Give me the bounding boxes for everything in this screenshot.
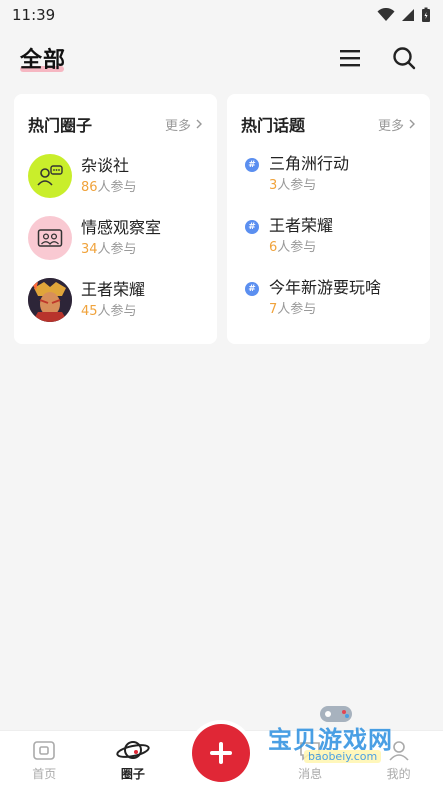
tab-profile[interactable]: 我的 <box>355 737 443 782</box>
circle-name: 情感观察室 <box>81 217 162 237</box>
hot-circles-more-link[interactable]: 更多 <box>165 115 203 134</box>
participant-suffix: 人参与 <box>97 303 137 319</box>
page-title[interactable]: 全部 <box>20 48 66 73</box>
topic-item[interactable]: # 今年新游要玩啥 7人参与 <box>241 278 416 322</box>
hot-circles-header: 热门圈子 更多 <box>28 112 203 136</box>
topic-item-text: 今年新游要玩啥 7人参与 <box>269 278 381 319</box>
profile-icon <box>387 737 411 763</box>
participant-suffix: 人参与 <box>277 178 317 193</box>
circle-name: 王者荣耀 <box>81 279 146 299</box>
participant-count: 86 <box>81 179 98 195</box>
home-icon <box>32 737 56 763</box>
circle-participants: 34人参与 <box>81 241 161 259</box>
hot-topics-more-link[interactable]: 更多 <box>378 115 416 134</box>
search-icon <box>393 47 416 70</box>
topic-participants: 7人参与 <box>269 301 381 319</box>
more-label: 更多 <box>164 118 191 134</box>
topic-name: 王者荣耀 <box>269 216 334 235</box>
plus-icon <box>210 741 233 764</box>
tab-home-label: 首页 <box>32 767 57 781</box>
circle-item-text: 王者荣耀 45人参与 <box>81 280 145 321</box>
participant-count: 45 <box>81 303 98 319</box>
game-circle-avatar <box>28 278 72 322</box>
participant-suffix: 人参与 <box>97 179 137 195</box>
hashtag-icon: # <box>245 282 259 296</box>
topic-name: 三角洲行动 <box>269 154 350 173</box>
signal-icon <box>402 9 414 21</box>
topic-item-text: 三角洲行动 3人参与 <box>269 154 349 195</box>
hot-topics-title: 热门话题 <box>241 116 306 135</box>
status-time: 11:39 <box>12 6 56 24</box>
circle-item-honor-of-kings[interactable]: 王者荣耀 45人参与 <box>28 278 203 322</box>
picture-frame-icon <box>37 229 63 247</box>
circle-item-chat[interactable]: 杂谈社 86人参与 <box>28 154 203 198</box>
circle-item-emotion[interactable]: 情感观察室 34人参与 <box>28 216 203 260</box>
header-actions <box>337 45 417 71</box>
planet-icon <box>116 737 150 763</box>
topic-item[interactable]: # 王者荣耀 6人参与 <box>241 216 416 260</box>
wifi-icon <box>377 8 395 21</box>
message-icon <box>298 737 322 763</box>
tab-circles[interactable]: 圈子 <box>89 737 177 782</box>
tab-circles-label: 圈子 <box>120 767 145 781</box>
emotion-circle-avatar <box>28 216 72 260</box>
menu-icon <box>340 50 360 67</box>
circle-item-text: 杂谈社 86人参与 <box>81 156 137 197</box>
hot-circles-card: 热门圈子 更多 杂谈社 86人参与 情感观察室 34人参与 王者荣耀 45人参与 <box>14 94 217 344</box>
topic-name: 今年新游要玩啥 <box>269 278 382 297</box>
more-label: 更多 <box>377 118 404 134</box>
topic-participants: 3人参与 <box>269 177 349 195</box>
participant-suffix: 人参与 <box>97 241 137 257</box>
circle-name: 杂谈社 <box>81 155 130 175</box>
tab-create[interactable] <box>177 723 265 782</box>
tab-messages-label: 消息 <box>298 767 323 781</box>
tab-messages[interactable]: 消息 <box>266 737 354 782</box>
header: 全部 <box>0 30 443 86</box>
hashtag-icon: # <box>245 220 259 234</box>
battery-icon <box>422 7 430 22</box>
participant-suffix: 人参与 <box>277 302 317 317</box>
hot-topics-card: 热门话题 更多 # 三角洲行动 3人参与 # 王者荣耀 6人参与 # 今年新游要… <box>227 94 430 344</box>
tab-profile-label: 我的 <box>386 767 411 781</box>
page-title-wrap: 全部 <box>20 42 66 74</box>
chat-circle-avatar <box>28 154 72 198</box>
circle-item-text: 情感观察室 34人参与 <box>81 218 161 259</box>
participant-suffix: 人参与 <box>277 240 317 255</box>
menu-button[interactable] <box>337 45 363 71</box>
topic-item[interactable]: # 三角洲行动 3人参与 <box>241 154 416 198</box>
circle-participants: 45人参与 <box>81 303 145 321</box>
search-button[interactable] <box>391 45 417 71</box>
cards-row: 热门圈子 更多 杂谈社 86人参与 情感观察室 34人参与 王者荣耀 45人参与… <box>14 94 430 344</box>
circle-participants: 86人参与 <box>81 179 137 197</box>
create-post-button[interactable] <box>192 723 251 782</box>
topic-item-text: 王者荣耀 6人参与 <box>269 216 333 257</box>
chat-person-icon <box>37 165 63 186</box>
status-icons <box>377 7 431 23</box>
hashtag-icon: # <box>245 158 259 172</box>
bottom-tab-bar: 首页 圈子 消息 我的 <box>0 723 443 788</box>
chevron-right-icon <box>409 119 415 129</box>
chevron-right-icon <box>196 119 202 129</box>
hot-topics-header: 热门话题 更多 <box>241 112 416 136</box>
game-character-icon <box>28 278 72 322</box>
hot-circles-title: 热门圈子 <box>28 116 93 135</box>
tab-home[interactable]: 首页 <box>0 737 88 782</box>
status-bar: 11:39 <box>0 0 443 30</box>
page-title-text: 全部 <box>20 48 67 73</box>
gamepad-icon <box>320 706 352 722</box>
topic-participants: 6人参与 <box>269 239 333 257</box>
participant-count: 34 <box>81 241 98 257</box>
